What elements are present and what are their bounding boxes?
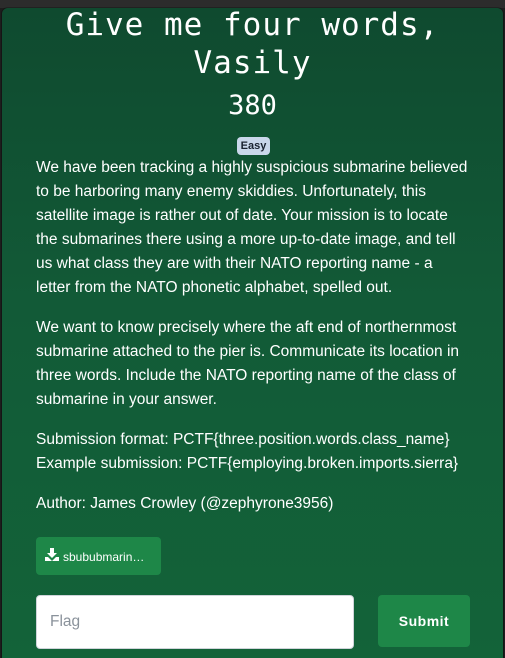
- challenge-title: Give me four words, Vasily: [0, 0, 505, 82]
- description-line: submarine attached to the pier is. Commu…: [36, 343, 460, 360]
- download-icon: [45, 538, 59, 575]
- description-line: satellite image is rather out of date. Y…: [36, 207, 448, 224]
- description-line: submarine in your answer.: [36, 391, 217, 408]
- submit-button[interactable]: Submit: [378, 595, 470, 647]
- description-line: to be harboring many enemy skiddies. Unf…: [36, 183, 426, 200]
- file-download-button[interactable]: sbububmarin…: [36, 537, 161, 575]
- description-line: We have been tracking a highly suspiciou…: [36, 159, 468, 176]
- challenge-description: We have been tracking a highly suspiciou…: [36, 156, 476, 532]
- difficulty-badge: Easy: [237, 137, 270, 155]
- description-paragraph-2: We want to know precisely where the aft …: [36, 316, 476, 412]
- submission-format: Submission format: PCTF{three.position.w…: [36, 431, 450, 448]
- description-paragraph-1: We have been tracking a highly suspiciou…: [36, 156, 476, 300]
- author-line: Author: James Crowley (@zephyrone3956): [36, 495, 334, 512]
- challenge-title-line-1: Give me four words,: [65, 7, 440, 43]
- challenge-title-line-2: Vasily: [193, 45, 312, 81]
- description-paragraph-3: Submission format: PCTF{three.position.w…: [36, 428, 476, 476]
- challenge-points: 380: [228, 90, 277, 121]
- description-line: us what class they are with their NATO r…: [36, 255, 433, 272]
- flag-input[interactable]: [36, 595, 354, 649]
- description-line: three words. Include the NATO reporting …: [36, 367, 456, 384]
- example-submission: Example submission: PCTF{employing.broke…: [36, 455, 459, 472]
- description-line: We want to know precisely where the aft …: [36, 319, 457, 336]
- description-line: the submarines there using a more up-to-…: [36, 231, 456, 248]
- file-name: sbububmarin…: [63, 549, 145, 564]
- description-line: letter from the NATO phonetic alphabet, …: [36, 279, 393, 296]
